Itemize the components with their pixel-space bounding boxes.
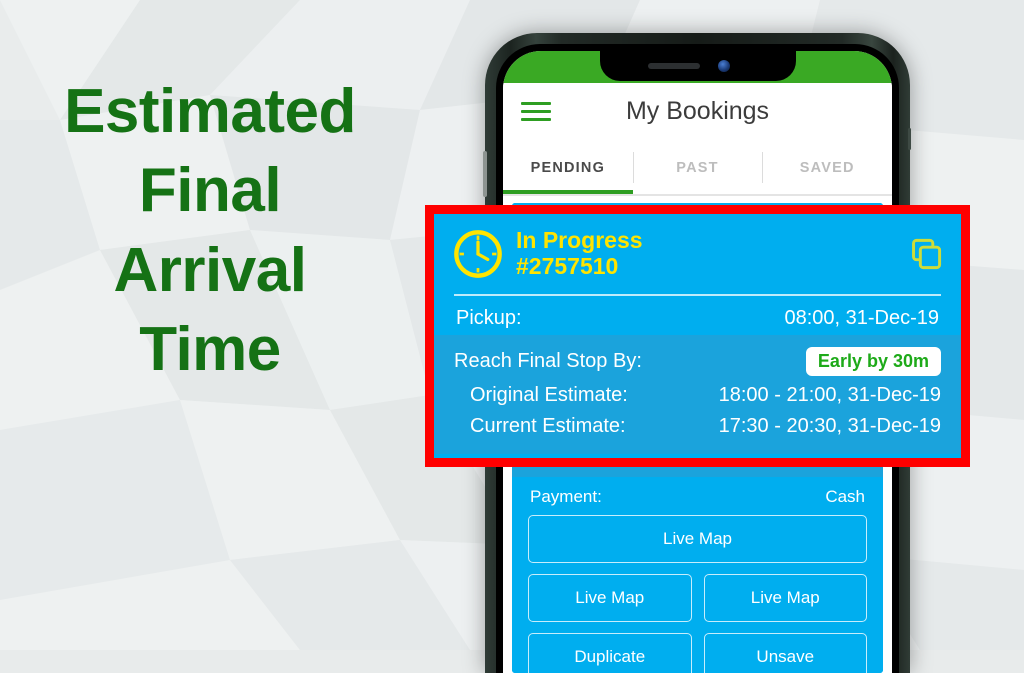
payment-row: Payment: Cash — [528, 483, 867, 515]
highlight-booking-status: In Progress — [516, 227, 643, 254]
duplicate-button[interactable]: Duplicate — [528, 633, 692, 673]
copy-duplicate-icon[interactable] — [909, 237, 943, 271]
tab-baseline — [503, 194, 892, 196]
highlight-pickup-row: Pickup: 08:00, 31-Dec-19 — [452, 296, 943, 335]
app-bar-title: My Bookings — [625, 97, 770, 125]
highlight-original-estimate-value: 18:00 - 21:00, 31-Dec-19 — [718, 384, 941, 406]
highlight-current-estimate-label: Current Estimate: — [470, 415, 626, 437]
phone-volume-button[interactable] — [483, 151, 487, 197]
headline-line-2: Final — [138, 156, 282, 226]
app-bar: My Bookings — [503, 83, 892, 142]
highlight-current-estimate-row: Current Estimate: 17:30 - 20:30, 31-Dec-… — [454, 411, 941, 442]
unsave-button[interactable]: Unsave — [703, 633, 867, 673]
tab-pending[interactable]: PENDING — [503, 140, 633, 195]
highlight-original-estimate-label: Original Estimate: — [470, 384, 628, 406]
live-map-button-left[interactable]: Live Map — [528, 574, 692, 623]
highlight-reach-final-stop-label: Reach Final Stop By: — [454, 350, 642, 372]
payment-label: Payment: — [530, 487, 602, 507]
clock-icon — [454, 230, 502, 278]
tab-saved-label: SAVED — [799, 159, 855, 176]
highlight-booking-id: #2757510 — [516, 253, 619, 279]
tab-past-label: PAST — [676, 159, 719, 176]
highlight-estimate-section: Reach Final Stop By: Early by 30m Origin… — [434, 335, 961, 454]
live-map-button-primary[interactable]: Live Map — [528, 515, 867, 564]
tab-bar: PENDING PAST SAVED — [503, 140, 892, 195]
tab-saved[interactable]: SAVED — [762, 140, 892, 195]
live-map-button-right[interactable]: Live Map — [703, 574, 867, 623]
page-title: Estimated Final Arrival Time — [0, 72, 420, 389]
highlight-reach-final-stop-row: Reach Final Stop By: Early by 30m — [454, 341, 941, 380]
earpiece-speaker-icon — [647, 63, 700, 69]
phone-power-button[interactable] — [908, 128, 911, 150]
headline-line-3: Arrival — [113, 235, 307, 305]
booking-card-actions: Payment: Cash Live Map Live Map Live Map… — [512, 477, 883, 673]
highlight-status-badge: Early by 30m — [805, 347, 941, 376]
tab-past[interactable]: PAST — [632, 140, 763, 195]
tab-pending-label: PENDING — [530, 159, 606, 176]
headline-line-4: Time — [139, 315, 281, 385]
highlight-card-header: In Progress #2757510 Pickup: 08:00, 31-D… — [434, 214, 961, 335]
headline-line-1: Estimated — [64, 77, 356, 146]
highlight-original-estimate-row: Original Estimate: 18:00 - 21:00, 31-Dec… — [454, 380, 941, 411]
front-camera-icon — [717, 60, 730, 72]
highlight-current-estimate-value: 17:30 - 20:30, 31-Dec-19 — [718, 415, 941, 437]
phone-notch — [599, 51, 796, 81]
payment-value: Cash — [825, 487, 865, 507]
highlight-pickup-label: Pickup: — [456, 307, 522, 329]
highlight-pickup-value: 08:00, 31-Dec-19 — [784, 307, 939, 329]
highlighted-booking-card[interactable]: In Progress #2757510 Pickup: 08:00, 31-D… — [434, 214, 961, 458]
hamburger-menu-icon[interactable] — [521, 102, 551, 121]
